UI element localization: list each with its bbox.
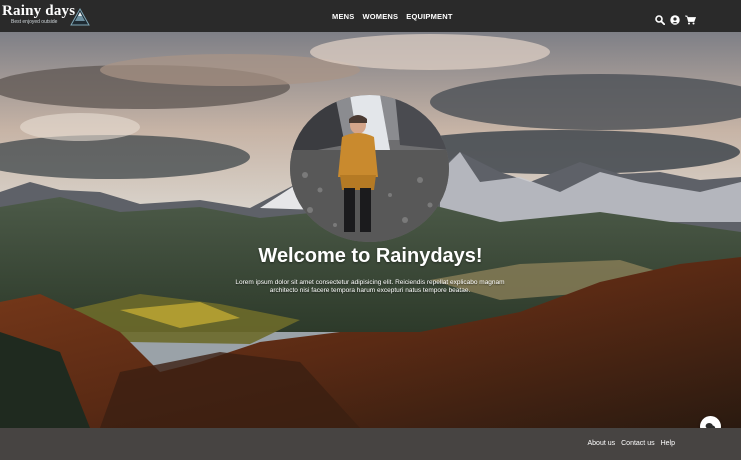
hero-section: Welcome to Rainydays! Lorem ipsum dolor … [0,32,741,428]
user-icon[interactable] [670,12,680,25]
main-nav: MENS WOMENS EQUIPMENT [332,12,453,21]
hero-title: Welcome to Rainydays! [258,245,483,267]
footer-links: About us Contact us Help [587,440,675,447]
mountain-logo-icon [70,8,90,26]
hero-description: Lorem ipsum dolor sit amet consectetur a… [235,279,505,294]
brand-tagline: Best enjoyed outside [11,19,58,25]
nav-item-mens[interactable]: MENS [332,12,354,21]
search-icon[interactable] [655,12,666,26]
brand-title: Rainy days [2,3,76,19]
header-icons [655,12,697,26]
site-footer: About us Contact us Help [0,428,741,460]
brand-logo[interactable]: Rainy days Best enjoyed outside [2,3,76,26]
nav-item-equipment[interactable]: EQUIPMENT [406,12,452,21]
hiker-portrait-image [290,95,449,242]
footer-link-contact[interactable]: Contact us [621,440,654,447]
cart-icon[interactable] [685,12,697,25]
nav-item-womens[interactable]: WOMENS [362,12,398,21]
footer-link-help[interactable]: Help [661,440,675,447]
site-header: Rainy days Best enjoyed outside MENS WOM… [0,0,741,32]
footer-link-about[interactable]: About us [587,440,615,447]
